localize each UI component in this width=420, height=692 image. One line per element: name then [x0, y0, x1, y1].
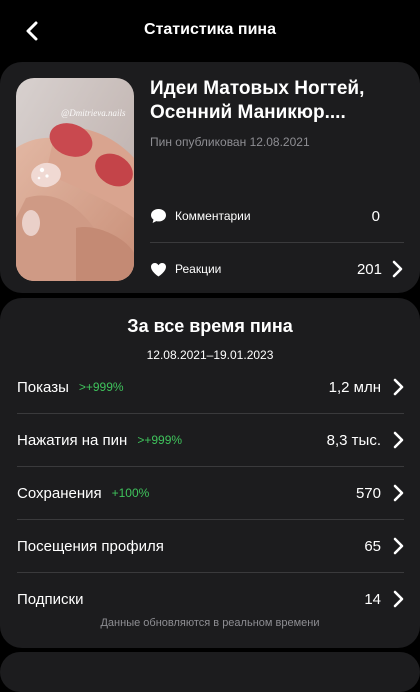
metric-row-pin-clicks[interactable]: Нажатия на пин >+999% 8,3 тыс.	[17, 414, 405, 466]
divider	[150, 242, 404, 243]
metric-label: Нажатия на пин	[17, 431, 128, 449]
metric-label: Посещения профиля	[17, 537, 164, 555]
realtime-footnote: Данные обновляются в реальном времени	[100, 617, 320, 629]
chevron-right-icon	[391, 590, 405, 608]
metric-delta: >+999%	[78, 380, 124, 394]
metric-value: 65	[364, 537, 381, 555]
reactions-count: 201	[356, 260, 382, 278]
chevron-right-icon	[391, 484, 405, 502]
chevron-right-icon[interactable]	[390, 260, 404, 278]
section-title: За все время пина	[127, 316, 293, 336]
lifetime-stats-card: За все время пина 12.08.2021–19.01.2023 …	[0, 298, 420, 648]
metric-value: 1,2 млн	[328, 378, 381, 396]
heart-icon	[150, 260, 168, 278]
metric-label: Сохранения	[17, 484, 102, 502]
speech-bubble-icon	[150, 207, 168, 225]
pin-thumbnail[interactable]: @Dmitrieva.nails	[16, 78, 134, 281]
pin-published-date: Пин опубликован 12.08.2021	[150, 135, 310, 149]
chevron-right-icon	[391, 378, 405, 396]
chevron-left-icon	[26, 21, 38, 41]
comments-row: Комментарии 0	[150, 201, 382, 231]
metric-value: 14	[364, 590, 381, 608]
date-range: 12.08.2021–19.01.2023	[146, 348, 274, 362]
reactions-label: Реакции	[175, 262, 222, 276]
metric-delta: >+999%	[137, 433, 183, 447]
back-button[interactable]	[18, 17, 46, 45]
reactions-row[interactable]: Реакции 201	[150, 254, 382, 284]
metric-label: Подписки	[17, 590, 84, 608]
metric-value: 8,3 тыс.	[326, 431, 381, 449]
metric-row-profile-visits[interactable]: Посещения профиля 65	[17, 520, 405, 572]
pin-watermark: @Dmitrieva.nails	[61, 108, 126, 118]
comments-label: Комментарии	[175, 209, 251, 223]
chevron-right-icon	[391, 431, 405, 449]
metric-delta: +100%	[111, 486, 150, 500]
metric-row-saves[interactable]: Сохранения +100% 570	[17, 467, 405, 519]
metric-row-impressions[interactable]: Показы >+999% 1,2 млн	[17, 361, 405, 413]
pin-summary-card: @Dmitrieva.nails Идеи Матовых Ногтей, Ос…	[0, 62, 420, 293]
top-bar: Статистика пина	[0, 0, 420, 60]
metric-value: 570	[355, 484, 381, 502]
next-card-edge	[0, 652, 420, 692]
chevron-right-icon	[391, 537, 405, 555]
comments-count: 0	[371, 207, 380, 225]
metric-label: Показы	[17, 378, 69, 396]
pin-title: Идеи Матовых Ногтей, Осенний Маникюр....	[150, 78, 365, 123]
page-title: Статистика пина	[144, 21, 276, 38]
